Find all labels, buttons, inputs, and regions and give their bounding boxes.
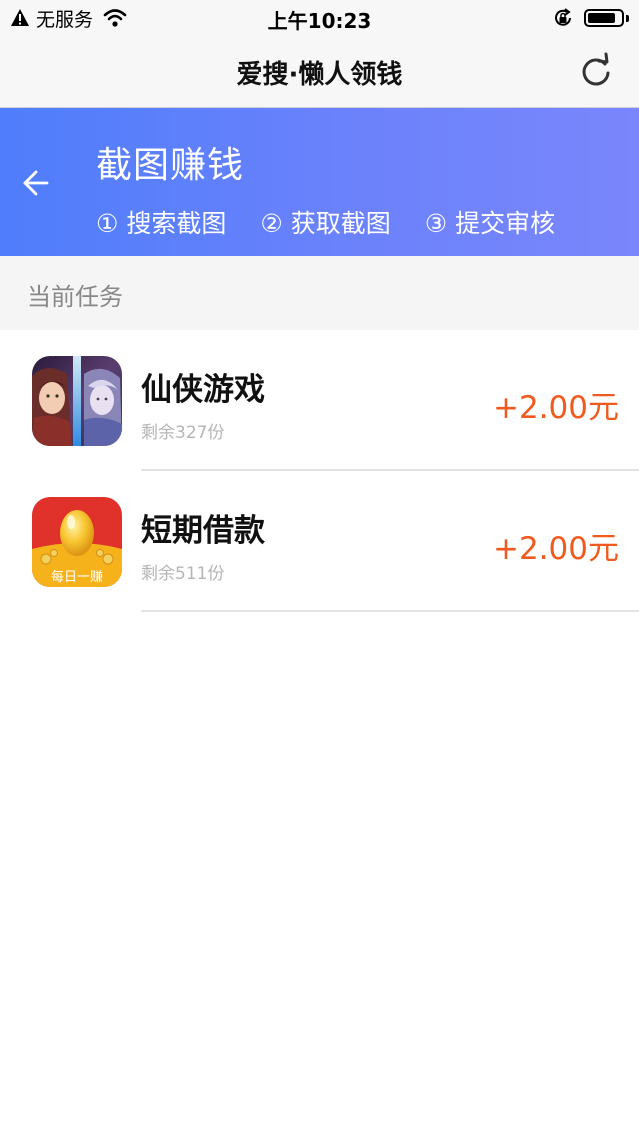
step-search-screenshot: ① 搜索截图 — [96, 209, 227, 238]
task-remaining: 剩余511份 — [141, 564, 225, 584]
screen: 无服务 上午10:23 爱搜·懒人领钱 截图赚钱 ① 搜索截图 ② 获取截图 ③… — [0, 0, 639, 1136]
icon-label: 每日一赚 — [51, 569, 103, 585]
status-time: 上午10:23 — [267, 9, 372, 33]
divider — [141, 610, 639, 612]
step-submit-review: ③ 提交审核 — [424, 209, 556, 238]
nav-title: 爱搜·懒人领钱 — [236, 60, 403, 90]
xianxia-game-icon — [32, 356, 122, 446]
daily-earn-egg-icon: 每日一赚 — [32, 497, 122, 587]
battery-tip — [626, 14, 629, 22]
refresh-icon[interactable] — [577, 52, 615, 90]
nav-bar: 爱搜·懒人领钱 — [0, 36, 639, 108]
battery-fill — [588, 13, 615, 23]
task-list: 仙侠游戏 剩余327份 +2.00元 每日一赚 短期借款 剩余511份 +2.0… — [0, 330, 639, 612]
steps: ① 搜索截图 ② 获取截图 ③ 提交审核 — [96, 204, 589, 240]
status-bar: 无服务 上午10:23 — [0, 0, 639, 36]
section-label-text: 当前任务 — [27, 283, 123, 311]
task-name: 短期借款 — [141, 513, 265, 549]
task-item-short-term-loan[interactable]: 每日一赚 短期借款 剩余511份 +2.00元 — [0, 471, 639, 612]
page-title: 截图赚钱 — [96, 145, 245, 186]
task-reward: +2.00元 — [493, 531, 619, 567]
rotation-lock-icon — [555, 8, 571, 26]
section-label: 当前任务 — [0, 256, 639, 330]
task-header: 截图赚钱 ① 搜索截图 ② 获取截图 ③ 提交审核 — [0, 108, 639, 256]
battery-icon — [584, 9, 624, 27]
step-get-screenshot: ② 获取截图 — [260, 209, 391, 238]
task-reward: +2.00元 — [493, 390, 619, 426]
task-remaining: 剩余327份 — [141, 423, 225, 443]
back-arrow-icon[interactable] — [18, 166, 52, 200]
status-right — [552, 6, 629, 30]
task-item-xianxia-game[interactable]: 仙侠游戏 剩余327份 +2.00元 — [0, 330, 639, 471]
task-name: 仙侠游戏 — [141, 372, 265, 408]
